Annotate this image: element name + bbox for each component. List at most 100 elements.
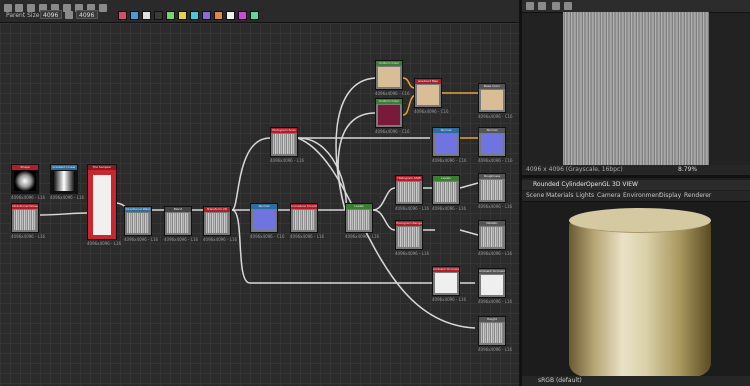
parent-size-select[interactable]: 4096 [40,10,62,19]
node-title: Normal [479,128,505,133]
node-curvature-smooth[interactable]: Curvature Smooth [290,203,318,233]
node-palette-button[interactable] [226,11,235,20]
node-label: 4096x4096 - L16 [395,251,430,256]
node-palette-button[interactable] [190,11,199,20]
node-title: Levels [433,176,459,181]
menu-lights[interactable]: Lights [576,192,594,199]
node-thumbnail [481,275,503,295]
output-metallic[interactable]: Metallic [478,220,506,250]
node-directional-warp[interactable]: Directional Warp [124,206,152,236]
node-title: Histogram Scan [271,128,297,133]
output-normal[interactable]: Normal [478,127,506,157]
node-thumbnail [435,134,457,154]
node-thumbnail [14,171,36,191]
node-title: Tile Sampler [88,165,116,170]
node-thumbnail [293,210,315,230]
menu-scene[interactable]: Scene [526,192,544,199]
node-transform-2d[interactable]: Transform 2D [203,206,231,236]
node-histogram-scan[interactable]: Histogram Scan [270,127,298,157]
node-title: Normal [433,128,459,133]
node-title: Ambient Occlusion [479,269,505,274]
node-label: 4096x4096 - L16 [432,297,467,302]
node-blend[interactable]: Blend [164,206,192,236]
node-histogram-range[interactable]: Histogram Range [395,220,423,250]
node-levels[interactable]: Levels [345,203,373,233]
link [231,137,271,211]
node-gradient-linear[interactable]: Gradient Linear [50,164,78,194]
cylinder-top [569,208,711,233]
texture-info: 4096 x 4096 (Grayscale, 16bpc) [526,166,623,173]
output-base-color[interactable]: Base Color [478,83,506,113]
node-label: 4096x4096 - L16 [478,299,513,304]
node-label: 4096x4096 - C16 [250,234,285,239]
node-histogram-shift[interactable]: Histogram Shift [395,175,423,205]
node-normal-2[interactable]: Normal [432,127,460,157]
node-palette-button[interactable] [118,11,127,20]
node-thumbnail [481,180,503,200]
copy-icon[interactable] [538,2,546,10]
texture-preview[interactable] [563,12,709,167]
node-thumbnail [14,210,36,230]
colorspace-select[interactable]: sRGB (default) [538,377,582,384]
node-label: 4096x4096 - L16 [11,195,46,200]
link [372,187,396,211]
node-normal[interactable]: Normal [250,203,278,233]
node-uniform-color-1[interactable]: Uniform Color [375,60,403,90]
node-ambient-occlusion[interactable]: Ambient Occlusion [432,266,460,296]
menu-renderer[interactable]: Renderer [684,192,711,199]
pan-icon[interactable] [15,4,23,12]
node-label: 4096x4096 - L16 [203,237,238,242]
menu-materials[interactable]: Materials [546,192,574,199]
grid-view-icon[interactable] [564,2,572,10]
save-icon[interactable] [526,2,534,10]
output-ambient-occlusion[interactable]: Ambient Occlusion [478,268,506,298]
node-label: 4096x4096 - C16 [478,114,513,119]
node-palette-button[interactable] [178,11,187,20]
graph-canvas[interactable]: Shape 4096x4096 - L16 Gradient Linear 40… [0,23,519,386]
node-palette-button[interactable] [130,11,139,20]
node-thumbnail [481,134,503,154]
node-label: 4096x4096 - L16 [478,204,513,209]
link [372,209,396,231]
node-thumbnail [127,213,149,233]
node-palette-button[interactable] [166,11,175,20]
node-palette-button[interactable] [214,11,223,20]
3d-view-menu: Scene Materials Lights Camera Environmen… [522,191,750,202]
node-tile-sampler[interactable]: Tile Sampler [87,164,117,240]
chain-link-icon[interactable] [65,11,73,19]
output-size-select[interactable]: 4096 [76,10,98,19]
node-palette-button[interactable] [238,11,247,20]
link [459,182,479,189]
camera-icon[interactable] [27,4,35,12]
align-icon[interactable] [99,4,107,12]
node-thumbnail [481,90,503,110]
node-label: 4096x4096 - L16 [11,234,46,239]
node-label: 4096x4096 - L16 [270,158,305,163]
node-label: 4096x4096 - L16 [164,237,199,242]
3d-viewport[interactable] [522,202,750,377]
node-thumbnail [435,182,457,202]
output-height[interactable]: Height [478,316,506,346]
node-uniform-color-2[interactable]: Uniform Color [375,98,403,128]
menu-camera[interactable]: Camera [597,192,621,199]
zoom-level[interactable]: 8.79% [678,166,697,173]
channels-icon[interactable] [552,2,560,10]
node-palette-button[interactable] [202,11,211,20]
move-icon[interactable] [4,4,12,12]
node-thumbnail [398,182,420,202]
menu-display[interactable]: Display [659,192,681,199]
node-palette-button[interactable] [142,11,151,20]
node-gradient-map[interactable]: Gradient Map [414,78,442,108]
node-thumbnail [167,213,189,233]
node-palette-button[interactable] [154,11,163,20]
node-shape[interactable]: Shape [11,164,39,194]
node-palette-button[interactable] [250,11,259,20]
menu-environment[interactable]: Environment [623,192,661,199]
renderer-name: OpenGL [586,181,611,188]
node-label: 4096x4096 - L16 [478,251,513,256]
output-roughness[interactable]: Roughness [478,173,506,203]
node-directional-noise[interactable]: Directional Noise [11,203,39,233]
parent-size-value: 4096 [43,12,59,19]
node-thumbnail [378,105,400,125]
node-levels-2[interactable]: Levels [432,175,460,205]
